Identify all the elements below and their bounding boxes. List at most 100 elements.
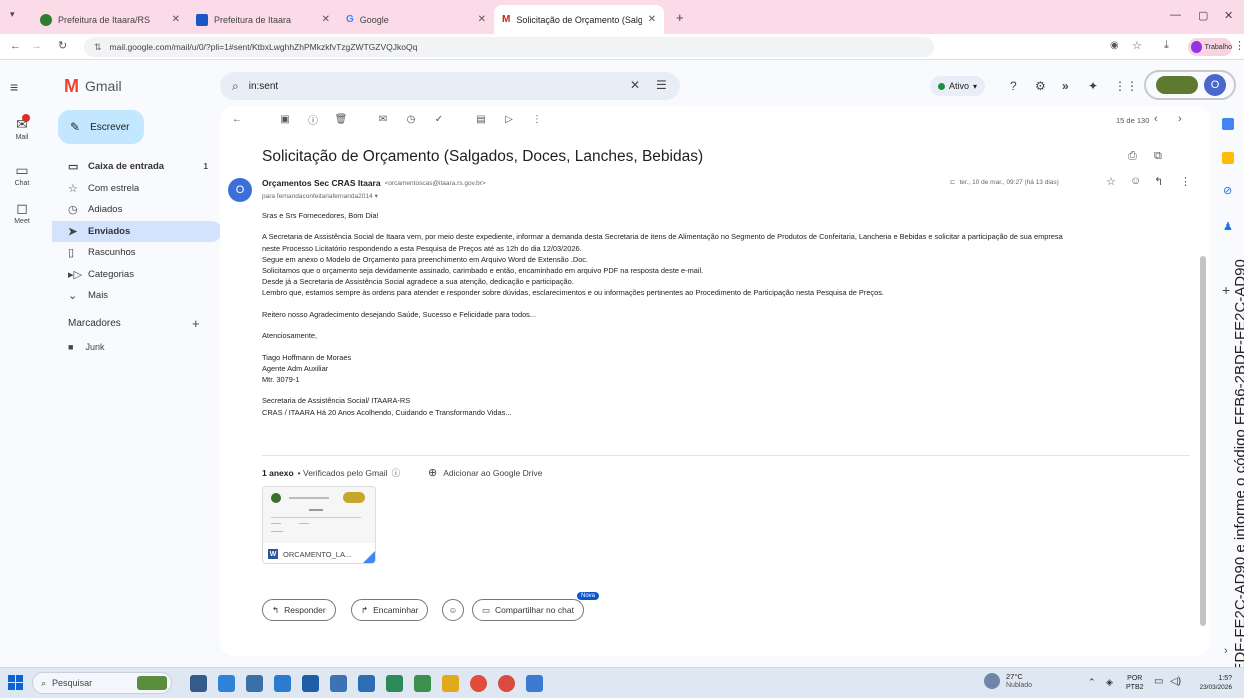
extension-icon[interactable]: ◉ [1110,40,1119,51]
info-icon[interactable]: ⓘ [392,467,401,479]
browser-tab[interactable]: Prefeitura de Itaara/RS ✕ [32,5,188,34]
status-dropdown[interactable]: Ativo ▾ [930,76,986,96]
language-indicator[interactable]: POR PTB2 [1126,674,1144,692]
maximize-icon[interactable]: ▢ [1198,9,1208,22]
account-switcher[interactable]: O [1144,70,1236,100]
network-icon[interactable]: ◈ [1106,677,1113,688]
newer-chevron-icon[interactable]: ‹ [1154,113,1158,125]
speaker-icon[interactable]: ◁) [1170,676,1181,687]
display-icon[interactable]: ▭ [1154,676,1163,687]
tasks-icon[interactable]: ⊘ [1223,184,1232,197]
profile-chip[interactable]: Trabalho [1188,38,1232,56]
gemini-spark-icon[interactable]: ✦ [1088,79,1098,93]
clear-search-icon[interactable]: ✕ [630,78,640,92]
tab-close-icon[interactable]: ✕ [478,14,486,25]
settings-gear-icon[interactable]: ⚙ [1035,79,1046,93]
snooze-icon[interactable]: ◷ [400,114,422,125]
back-to-list-icon[interactable]: ← [226,114,248,125]
app-icon-5[interactable] [330,675,347,692]
download-icon[interactable]: ⤓ [1164,39,1169,52]
emoji-button[interactable]: ☺ [442,599,464,621]
label-icon[interactable]: ▷ [498,114,520,125]
clock[interactable]: 1:5? 23/03/2026 [1192,674,1232,692]
sender-name[interactable]: Orçamentos Sec CRAS Itaara [262,178,381,188]
archive-icon[interactable]: ▣ [274,114,296,125]
add-task-icon[interactable]: ✓ [428,114,450,125]
report-spam-icon[interactable]: ⓘ [302,112,324,127]
new-tab-icon[interactable]: + [676,10,684,25]
compose-button[interactable]: ✎ Escrever [58,110,144,144]
app-icon-4[interactable] [302,675,319,692]
nav-drafts[interactable]: ▯ Rascunhos [52,242,222,263]
search-icon[interactable]: ⌕ [232,79,239,94]
bookmark-star-icon[interactable]: ☆ [1132,39,1142,52]
tray-chevron-icon[interactable]: ⌃ [1088,677,1096,688]
browser-tab-active[interactable]: M Solicitação de Orçamento (Salg ✕ [494,5,664,34]
reload-icon[interactable]: ↻ [58,39,67,52]
weather-widget[interactable]: 27°C Nublado [984,672,1032,690]
gmail-logo[interactable]: M Gmail [64,77,122,95]
mark-unread-icon[interactable]: ✉ [372,114,394,125]
emoji-react-icon[interactable]: ☺ [1130,175,1141,187]
more-options-icon[interactable]: ⋮ [1180,175,1191,188]
share-in-chat-button[interactable]: ▭ Compartilhar no chat [472,599,584,621]
more-options-icon[interactable]: ⋮ [526,114,548,125]
tab-close-icon[interactable]: ✕ [648,14,656,25]
rail-mail[interactable]: ✉ Mail [0,114,44,141]
help-icon[interactable]: ? [1010,79,1017,93]
back-arrow-icon[interactable]: ← [10,40,21,52]
nav-sent[interactable]: ➤ Enviados [52,220,222,242]
app-icon-8[interactable] [414,675,431,692]
move-to-icon[interactable]: ▤ [470,114,492,125]
chrome-icon[interactable] [470,675,487,692]
add-to-drive-button[interactable]: ⊕ Adicionar ao Google Drive [428,466,542,479]
file-explorer-icon[interactable] [442,675,459,692]
site-info-icon[interactable]: ⇅ [94,42,102,53]
app-icon-7[interactable] [386,675,403,692]
task-view-icon[interactable] [190,675,207,692]
attachment-card[interactable]: W ORCAMENTO_LA... [262,486,376,564]
close-window-icon[interactable]: ✕ [1224,9,1233,22]
minimize-icon[interactable]: — [1170,9,1181,21]
browser-tab[interactable]: G Google ✕ [338,5,494,34]
app-icon-2[interactable] [246,675,263,692]
nav-more[interactable]: ⌄ Mais [52,285,222,306]
main-menu-icon[interactable]: ≡ [10,79,18,95]
gemini-tools-icon[interactable]: » [1062,79,1069,93]
label-junk[interactable]: ■ Junk [68,342,104,352]
tab-close-icon[interactable]: ✕ [322,14,330,25]
taskbar-search[interactable]: ⌕ Pesquisar [32,672,172,694]
star-icon[interactable]: ☆ [1106,175,1116,188]
chrome-profile-icon[interactable] [498,675,515,692]
tab-close-icon[interactable]: ✕ [172,14,180,25]
reply-icon[interactable]: ↰ [1154,175,1163,188]
sender-avatar[interactable]: O [228,178,252,202]
nav-inbox[interactable]: ▭ Caixa de entrada 1 [52,156,222,177]
app-icon-6[interactable] [358,675,375,692]
forward-arrow-icon[interactable]: → [31,40,42,52]
app-icon-1[interactable] [218,675,235,692]
get-addons-icon[interactable]: + [1222,282,1230,298]
search-input[interactable]: in:sent [249,81,278,92]
browser-tab[interactable]: Prefeitura de Itaara ✕ [188,5,338,34]
expand-panel-icon[interactable]: › [1224,645,1228,657]
open-new-window-icon[interactable]: ⧉ [1154,150,1162,163]
apps-grid-icon[interactable]: ⋮⋮ [1114,79,1138,93]
rail-chat[interactable]: ▭ Chat [0,162,44,187]
recipient-line[interactable]: para fernandaconfeitariafernanda2014 ▾ [262,192,378,201]
rail-meet[interactable]: ◻ Meet [0,200,44,225]
add-label-icon[interactable]: + [192,316,200,331]
delete-icon[interactable]: 🗑 [330,114,352,125]
older-chevron-icon[interactable]: › [1178,113,1182,125]
windows-start-icon[interactable] [8,675,23,690]
app-icon-9[interactable] [526,675,543,692]
nav-snoozed[interactable]: ◷ Adiados [52,199,222,220]
nav-starred[interactable]: ☆ Com estrela [52,178,222,199]
app-icon-3[interactable] [274,675,291,692]
browser-menu-icon[interactable]: ⋮ [1234,39,1244,52]
reply-button[interactable]: ↰ Responder [262,599,336,621]
forward-button[interactable]: ↱ Encaminhar [351,599,429,621]
scrollbar-thumb[interactable] [1200,256,1206,626]
url-bar[interactable]: ⇅ mail.google.com/mail/u/0/?pli=1#sent/K… [84,37,934,57]
nav-categories[interactable]: ▸▷ Categorias [52,264,222,285]
